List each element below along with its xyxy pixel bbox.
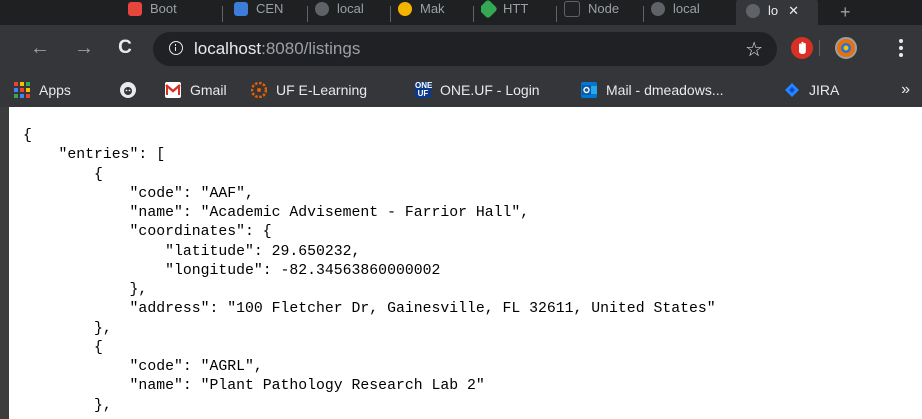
active-tab[interactable]: lo ✕ <box>736 0 818 25</box>
tab-local-2[interactable]: local <box>651 0 727 21</box>
tab-divider <box>307 6 308 22</box>
oneuf-icon: ONE UF <box>415 81 433 98</box>
canvas-icon <box>250 81 268 99</box>
close-tab-icon[interactable]: ✕ <box>788 3 799 19</box>
tab-divider <box>643 6 644 22</box>
apps-grid-icon <box>14 82 30 98</box>
tab-local[interactable]: local <box>315 0 385 21</box>
github-icon <box>120 82 136 98</box>
gmail-icon <box>165 82 181 98</box>
jira-icon <box>784 82 800 98</box>
bookmark-star-icon[interactable]: ☆ <box>745 37 763 62</box>
site-info-icon[interactable] <box>169 41 183 55</box>
json-response-text: { "entries": [ { "code": "AAF", "name": … <box>23 128 716 414</box>
globe-favicon-icon <box>651 1 665 16</box>
mak-favicon-icon <box>398 1 412 16</box>
globe-favicon-icon <box>746 3 760 18</box>
new-tab-icon[interactable]: + <box>840 2 851 23</box>
browser-toolbar: ← → C localhost:8080/listings ☆ <box>0 25 922 74</box>
tab-divider <box>556 6 557 22</box>
profile-avatar-icon[interactable] <box>835 37 857 59</box>
tab-label: local <box>673 1 700 16</box>
tab-divider <box>473 6 474 22</box>
tab-mak[interactable]: Mak <box>398 0 468 21</box>
tab-label: Node <box>588 1 620 16</box>
bookmark-outlook-mail[interactable]: Mail - dmeadows... <box>581 82 723 98</box>
tab-cen[interactable]: CEN <box>234 0 304 21</box>
bookmark-label: Gmail <box>190 82 227 98</box>
tab-label: local <box>337 1 364 16</box>
tab-divider <box>222 6 223 22</box>
toolbar-divider <box>819 40 820 56</box>
tab-label: HTT <box>503 1 529 16</box>
tab-boot[interactable]: Boot <box>128 0 218 21</box>
tab-label: Mak <box>420 1 445 16</box>
bookmark-label: JIRA <box>809 82 840 98</box>
tab-strip: Boot CEN local Mak HTT Node local lo ✕ + <box>0 0 922 25</box>
bookmark-github[interactable] <box>120 82 145 98</box>
url-host: localhost <box>194 39 262 58</box>
kebab-menu-icon[interactable] <box>899 39 903 57</box>
adblock-extension-icon[interactable] <box>791 37 813 59</box>
bookmark-label: Apps <box>39 82 71 98</box>
boot-favicon-icon <box>128 1 142 16</box>
bookmark-label: UF E-Learning <box>276 82 368 98</box>
tab-divider <box>390 6 391 22</box>
url-path: :8080/listings <box>261 39 361 58</box>
bookmark-label: Mail - dmeadows... <box>606 82 724 98</box>
page-content: { "entries": [ { "code": "AAF", "name": … <box>9 107 922 419</box>
bookmark-label: ONE.UF - Login <box>440 82 540 98</box>
url-text[interactable]: localhost:8080/listings <box>194 39 360 59</box>
bookmark-jira[interactable]: JIRA <box>784 82 839 98</box>
tab-htt[interactable]: HTT <box>481 0 551 21</box>
bookmarks-overflow-button[interactable]: » <box>901 81 910 99</box>
globe-favicon-icon <box>315 1 329 16</box>
reload-button[interactable]: C <box>113 36 137 60</box>
bookmark-one-uf[interactable]: ONE UF ONE.UF - Login <box>415 82 540 98</box>
bookmarks-bar: Apps Gmail UF E-Learning ONE UF ONE.UF - … <box>0 74 922 108</box>
window-left-edge <box>0 107 9 419</box>
tab-label: Boot <box>150 1 177 16</box>
cen-favicon-icon <box>234 1 248 16</box>
address-bar[interactable]: localhost:8080/listings ☆ <box>153 32 777 66</box>
bookmark-apps[interactable]: Apps <box>14 82 71 98</box>
tab-label: lo <box>768 3 779 18</box>
tab-node[interactable]: Node <box>564 0 640 21</box>
outlook-icon <box>581 82 597 98</box>
bookmark-uf-elearning[interactable]: UF E-Learning <box>250 81 368 99</box>
node-favicon-icon <box>564 0 580 17</box>
htt-favicon-icon <box>481 0 498 19</box>
back-button[interactable]: ← <box>28 36 52 60</box>
tab-label: CEN <box>256 1 284 16</box>
bookmark-gmail[interactable]: Gmail <box>165 82 227 98</box>
forward-button[interactable]: → <box>72 36 96 60</box>
